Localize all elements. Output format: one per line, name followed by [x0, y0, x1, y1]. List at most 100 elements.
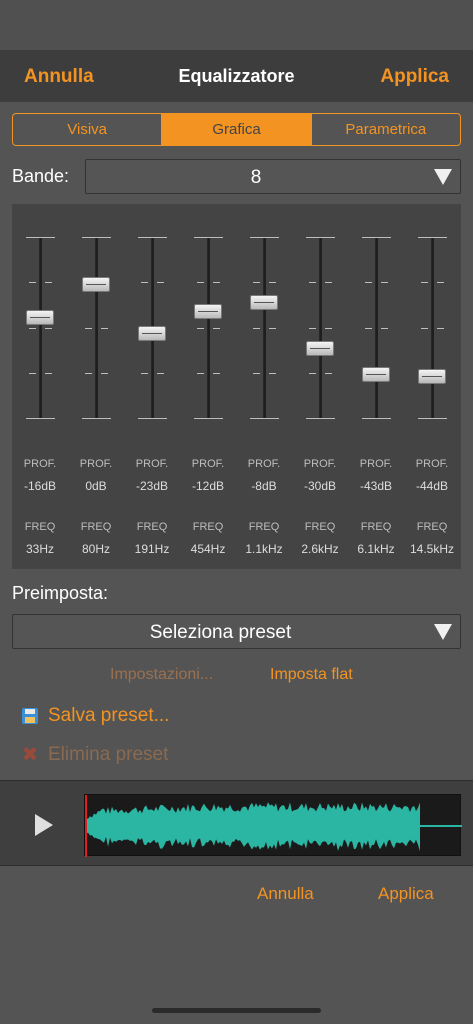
eq-tick	[325, 282, 332, 283]
eq-slider-band-4[interactable]	[180, 237, 236, 419]
eq-slider-band-5[interactable]	[236, 237, 292, 419]
freq-label: FREQ	[416, 521, 448, 533]
eq-tick	[213, 282, 220, 283]
nav-apply-button[interactable]: Applica	[380, 66, 449, 88]
eq-slider-track	[319, 237, 322, 419]
band-freq-value: 454Hz	[190, 542, 226, 556]
eq-slider-band-7[interactable]	[348, 237, 404, 419]
eq-tick	[26, 237, 55, 238]
eq-slider-thumb[interactable]	[194, 304, 222, 319]
eq-tick	[85, 373, 92, 374]
eq-slider-band-6[interactable]	[292, 237, 348, 419]
bands-label: Bande:	[12, 166, 70, 186]
audio-preview-player	[0, 780, 473, 866]
eq-tick	[29, 373, 36, 374]
depth-label: PROF.	[191, 458, 225, 470]
eq-tick	[101, 373, 108, 374]
bands-dropdown[interactable]: 8	[85, 159, 461, 194]
nav-bar: Annulla Equalizzatore Applica	[0, 50, 473, 102]
band-gain-value: -44dB	[415, 479, 449, 493]
eq-slider-band-1[interactable]	[12, 237, 68, 419]
band-gain-value: -8dB	[251, 479, 277, 493]
delete-x-icon: ✖	[21, 744, 39, 766]
waveform-shape	[86, 802, 420, 852]
freq-label: FREQ	[192, 521, 224, 533]
eq-tick	[418, 418, 447, 419]
eq-slider-thumb[interactable]	[250, 295, 278, 310]
eq-slider-thumb[interactable]	[418, 369, 446, 384]
eq-slider-thumb[interactable]	[82, 277, 110, 292]
eq-tick	[362, 237, 391, 238]
play-icon[interactable]	[35, 814, 53, 836]
eq-slider-band-3[interactable]	[124, 237, 180, 419]
eq-tick	[141, 373, 148, 374]
freq-label: FREQ	[304, 521, 336, 533]
eq-tick	[421, 282, 428, 283]
freq-label: FREQ	[248, 521, 280, 533]
eq-tick	[437, 328, 444, 329]
band-freq-value: 2.6kHz	[301, 542, 339, 556]
eq-slider-thumb[interactable]	[362, 367, 390, 382]
band-gain-value: -12dB	[191, 479, 225, 493]
eq-tick	[306, 237, 335, 238]
eq-tick	[101, 328, 108, 329]
eq-tick	[213, 373, 220, 374]
footer-apply-button[interactable]: Applica	[378, 884, 434, 904]
settings-button[interactable]: Impostazioni...	[110, 666, 213, 684]
eq-slider-thumb[interactable]	[306, 341, 334, 356]
tab-visiva[interactable]: Visiva	[13, 114, 163, 145]
footer-cancel-button[interactable]: Annulla	[257, 884, 314, 904]
eq-tick	[325, 373, 332, 374]
eq-tick	[157, 282, 164, 283]
eq-tick	[82, 418, 111, 419]
eq-slider-thumb[interactable]	[138, 326, 166, 341]
depth-label: PROF.	[415, 458, 449, 470]
eq-tick	[197, 282, 204, 283]
home-indicator	[152, 1008, 321, 1013]
save-preset-label: Salva preset...	[48, 705, 170, 726]
freq-label: FREQ	[360, 521, 392, 533]
waveform-view[interactable]	[84, 794, 462, 857]
eq-tick	[325, 328, 332, 329]
eq-tick	[194, 237, 223, 238]
band-freq-value: 80Hz	[81, 542, 110, 556]
eq-tick	[381, 328, 388, 329]
eq-tick	[85, 328, 92, 329]
eq-slider-thumb[interactable]	[26, 310, 54, 325]
eq-tick	[362, 418, 391, 419]
save-preset-button[interactable]: Salva preset...	[20, 703, 169, 729]
eq-tick	[309, 373, 316, 374]
tab-grafica[interactable]: Grafica	[162, 114, 312, 145]
preset-dropdown[interactable]: Seleziona preset	[12, 614, 461, 649]
eq-slider-track	[375, 237, 378, 419]
eq-tick	[250, 237, 279, 238]
eq-tick	[45, 328, 52, 329]
tab-parametrica[interactable]: Parametrica	[312, 114, 460, 145]
freq-label: FREQ	[24, 521, 56, 533]
delete-preset-label: Elimina preset	[48, 744, 169, 765]
band-freq-value: 1.1kHz	[245, 542, 283, 556]
set-flat-button[interactable]: Imposta flat	[270, 666, 353, 684]
eq-tick	[141, 282, 148, 283]
eq-tick	[29, 328, 36, 329]
eq-tick	[253, 282, 260, 283]
eq-tick	[421, 328, 428, 329]
eq-tick	[213, 328, 220, 329]
freq-label: FREQ	[136, 521, 168, 533]
eq-tick	[309, 328, 316, 329]
band-freq-value: 191Hz	[134, 542, 170, 556]
band-gain-value: 0dB	[85, 479, 107, 493]
eq-tick	[437, 282, 444, 283]
band-gain-value: -43dB	[359, 479, 393, 493]
eq-tick	[138, 237, 167, 238]
eq-tick	[45, 373, 52, 374]
eq-tick	[29, 282, 36, 283]
triangle-down-icon	[434, 624, 452, 640]
delete-preset-button[interactable]: ✖ Elimina preset	[20, 742, 169, 768]
depth-label: PROF.	[247, 458, 281, 470]
eq-tick	[45, 282, 52, 283]
eq-slider-band-2[interactable]	[68, 237, 124, 419]
eq-slider-band-8[interactable]	[404, 237, 460, 419]
eq-tick	[269, 282, 276, 283]
eq-tick	[197, 373, 204, 374]
